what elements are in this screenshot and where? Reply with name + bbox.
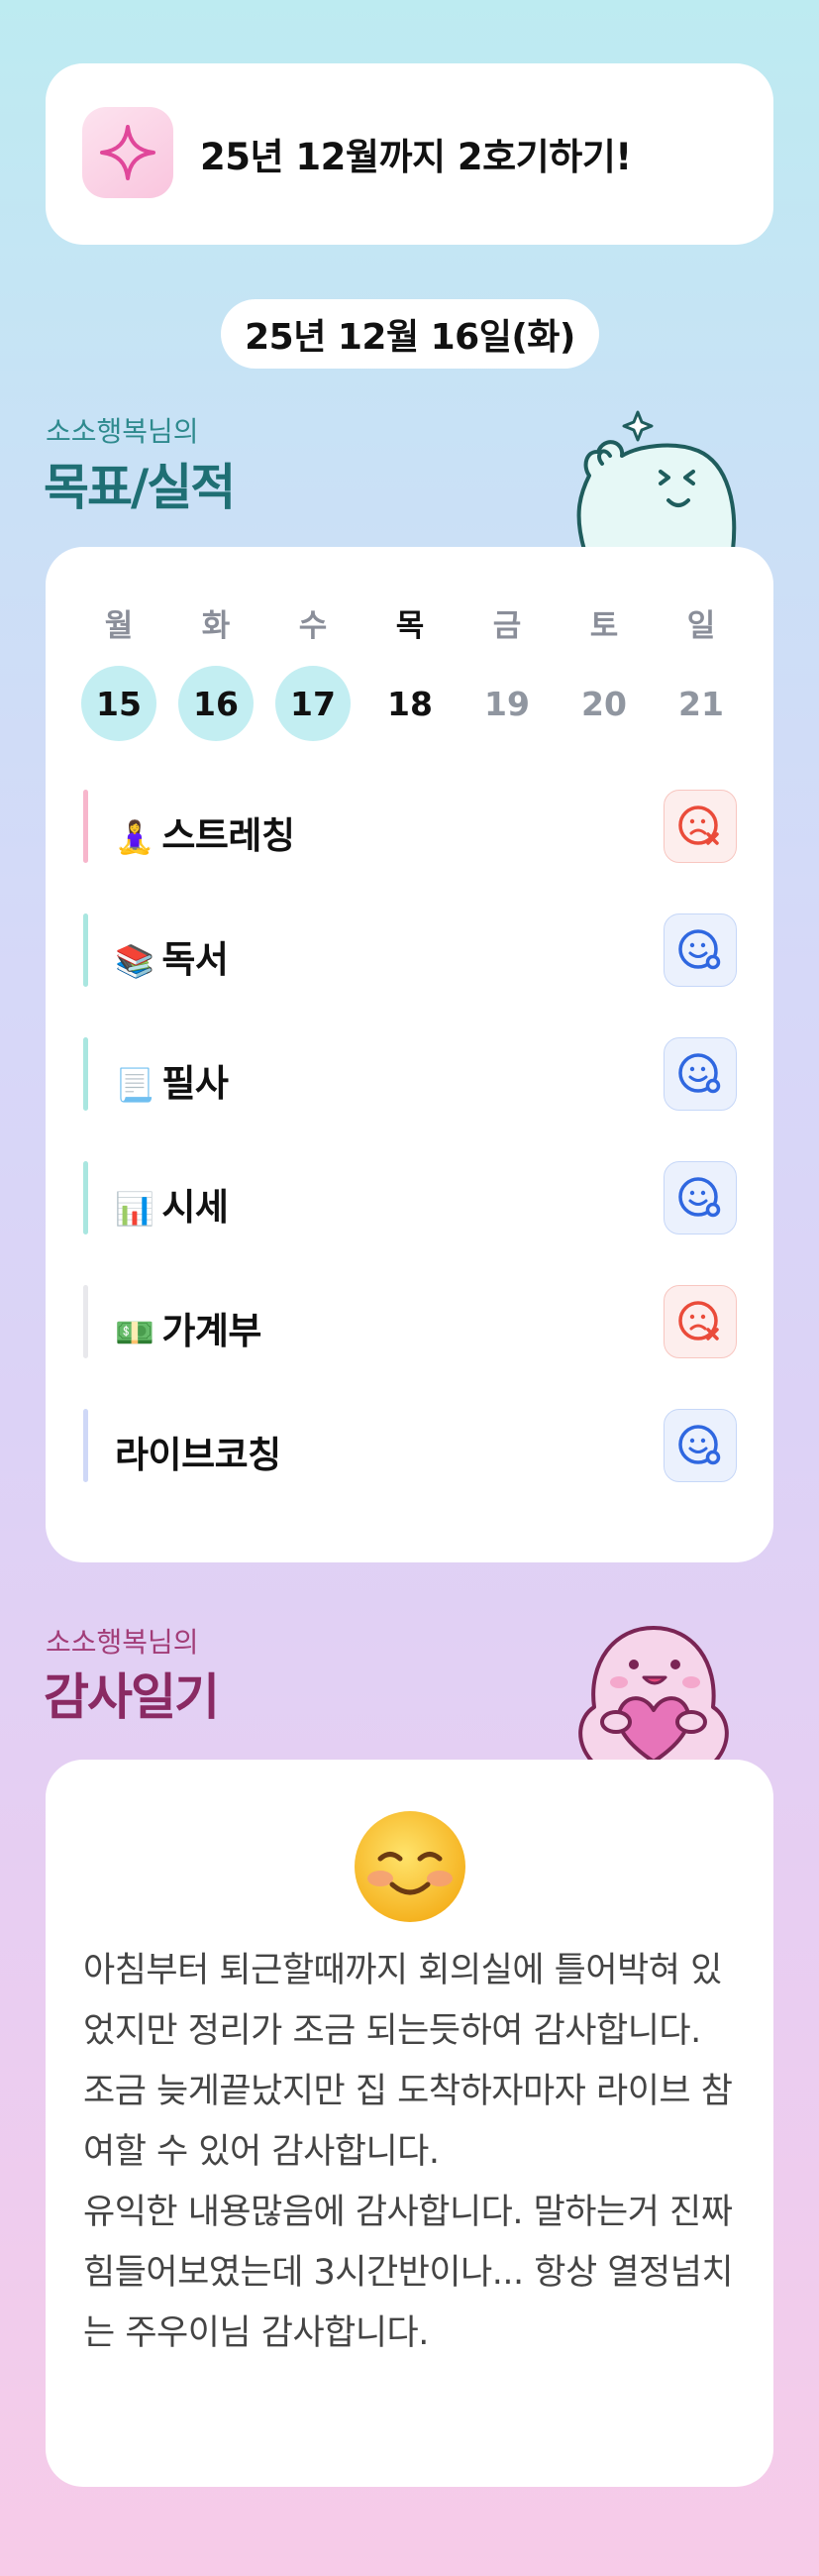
day-number[interactable]: 21	[664, 666, 739, 741]
success-face-icon[interactable]	[664, 1409, 737, 1482]
weekday-label: 금	[492, 608, 522, 644]
weekday-label: 월	[104, 608, 134, 644]
sparkle-icon	[82, 107, 173, 198]
habit-row[interactable]: 📚 독서	[83, 912, 737, 989]
failed-face-icon[interactable]	[664, 1285, 737, 1358]
day-number[interactable]: 20	[566, 666, 642, 741]
diary-paragraph: 유익한 내용많음에 감사합니다. 말하는거 진짜 힘들어보였는데 3시간반이나.…	[83, 2193, 734, 2353]
day-number[interactable]: 18	[372, 666, 448, 741]
diary-section-subtitle: 소소행복님의	[46, 1626, 199, 1659]
success-face-icon[interactable]	[664, 1161, 737, 1234]
habit-name: 스트레칭	[161, 814, 295, 857]
smiling-face-icon	[355, 1811, 465, 1922]
failed-face-icon[interactable]	[664, 790, 737, 863]
habit-color-bar	[83, 1285, 88, 1358]
habit-color-bar	[83, 1409, 88, 1482]
habit-color-bar	[83, 1161, 88, 1234]
habit-color-bar	[83, 1037, 88, 1111]
goal-text: 25년 12월까지 2호기하기!	[200, 136, 632, 178]
habit-name: 가계부	[161, 1310, 261, 1352]
day-number[interactable]: 16	[178, 666, 254, 741]
diary-paragraph: 아침부터 퇴근할때까지 회의실에 틀어박혀 있었지만 정리가 조금 되는듯하여 …	[83, 1951, 722, 2051]
weekday-label: 토	[589, 608, 619, 644]
mint-mascot-icon	[576, 410, 737, 550]
goals-section-subtitle: 소소행복님의	[46, 415, 199, 448]
success-face-icon[interactable]	[664, 913, 737, 987]
money-icon: 💵	[115, 1314, 154, 1351]
goals-section-title: 목표/실적	[44, 459, 236, 516]
day-number[interactable]: 17	[275, 666, 351, 741]
habit-color-bar	[83, 790, 88, 863]
current-date: 25년 12월 16일(화)	[221, 299, 599, 369]
habit-row[interactable]: 📊 시세	[83, 1159, 737, 1236]
habit-tracker-card: 월 화 수 목 금 토 일 15 16 17 18 19 20 21 🧘‍♀️ 스…	[46, 547, 773, 1562]
diary-section-title: 감사일기	[44, 1668, 220, 1726]
weekday-label: 목	[395, 608, 425, 644]
habit-row[interactable]: 💵 가계부	[83, 1283, 737, 1360]
goal-card[interactable]: 25년 12월까지 2호기하기!	[46, 63, 773, 245]
habit-row[interactable]: 🧘‍♀️ 스트레칭	[83, 788, 737, 865]
pink-mascot-icon	[578, 1626, 729, 1762]
habit-row[interactable]: 라이브코칭	[83, 1407, 737, 1484]
diary-entry: 아침부터 퇴근할때까지 회의실에 틀어박혀 있었지만 정리가 조금 되는듯하여 …	[83, 1941, 742, 2364]
weekday-label: 일	[686, 608, 716, 644]
habit-row[interactable]: 📃 필사	[83, 1035, 737, 1113]
page-icon: 📃	[115, 1066, 154, 1104]
habit-color-bar	[83, 913, 88, 987]
weekday-label: 수	[298, 608, 328, 644]
weekday-label: 화	[201, 608, 231, 644]
gratitude-diary-card: 아침부터 퇴근할때까지 회의실에 틀어박혀 있었지만 정리가 조금 되는듯하여 …	[46, 1760, 773, 2487]
habit-name: 필사	[161, 1062, 229, 1105]
habit-name: 독서	[161, 938, 229, 981]
habit-name: 시세	[161, 1186, 229, 1229]
success-face-icon[interactable]	[664, 1037, 737, 1111]
day-number[interactable]: 19	[469, 666, 545, 741]
meditation-icon: 🧘‍♀️	[115, 818, 154, 856]
habit-name: 라이브코칭	[115, 1434, 281, 1476]
diary-paragraph: 조금 늦게끝났지만 집 도착하자마자 라이브 참여할 수 있어 감사합니다.	[83, 2072, 733, 2172]
day-number[interactable]: 15	[81, 666, 156, 741]
books-icon: 📚	[115, 942, 154, 980]
bar-chart-icon: 📊	[115, 1190, 154, 1228]
